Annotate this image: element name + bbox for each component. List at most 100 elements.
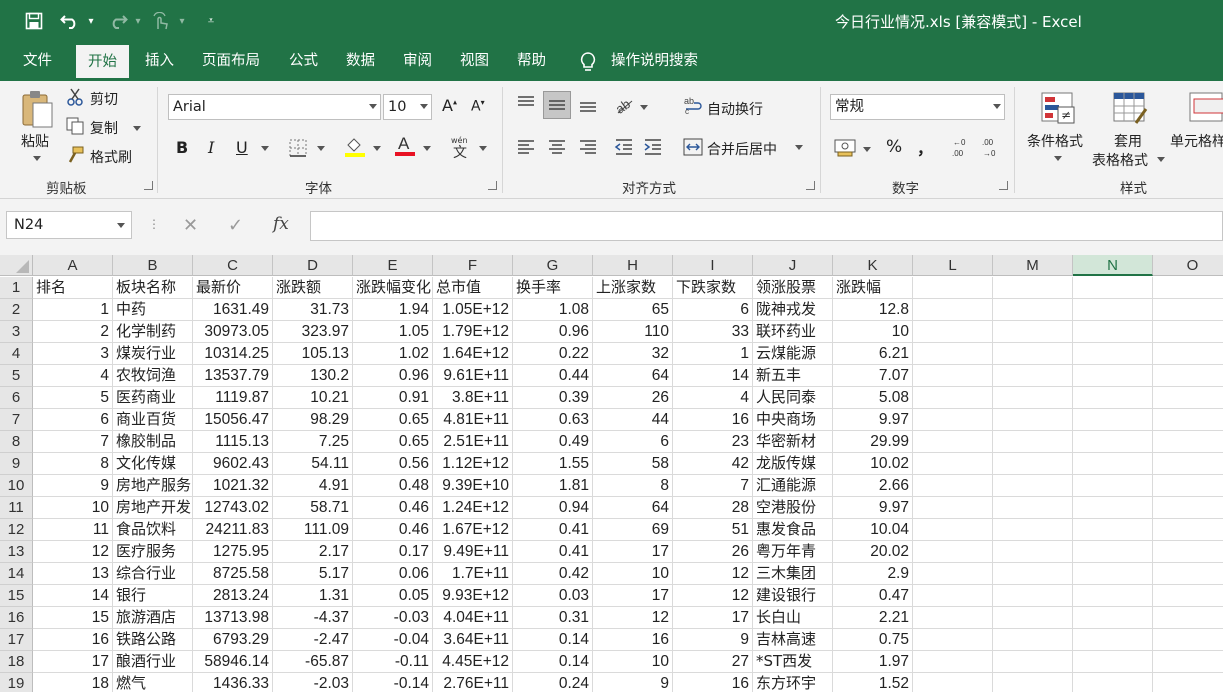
table-cell[interactable]: 旅游酒店 [113, 607, 193, 629]
table-cell[interactable]: 42 [673, 453, 753, 475]
table-cell[interactable]: 111.09 [273, 519, 353, 541]
cancel-icon[interactable]: ✕ [183, 215, 198, 236]
empty-cell[interactable] [913, 673, 993, 692]
empty-cell[interactable] [1153, 629, 1223, 651]
empty-cell[interactable] [913, 563, 993, 585]
empty-cell[interactable] [1073, 497, 1153, 519]
empty-cell[interactable] [1073, 563, 1153, 585]
orientation-dropdown-icon[interactable] [640, 105, 648, 110]
worksheet-grid[interactable]: A B C D E F G H I J K L M N O 1 排名 板块名称 最新价 涨跌额 涨跌幅变化 总市值 换手率上… [0, 255, 1223, 692]
header-cell[interactable]: 最新价 [193, 277, 273, 299]
header-cell[interactable]: 上涨家数 [593, 277, 673, 299]
table-cell[interactable]: 0.17 [353, 541, 433, 563]
table-cell[interactable]: 27 [673, 651, 753, 673]
table-cell[interactable]: 0.24 [513, 673, 593, 692]
column-header-j[interactable]: J [753, 255, 833, 276]
conditional-formatting-icon[interactable]: ≠ [1040, 91, 1076, 129]
table-cell[interactable]: 1.05 [353, 321, 433, 343]
table-cell[interactable]: 54.11 [273, 453, 353, 475]
table-cell[interactable]: 10.02 [833, 453, 913, 475]
empty-cell[interactable] [993, 497, 1073, 519]
table-cell[interactable]: 9.39E+10 [433, 475, 513, 497]
empty-cell[interactable] [1073, 409, 1153, 431]
font-color-dropdown-icon[interactable] [423, 146, 431, 151]
table-cell[interactable]: 4 [33, 365, 113, 387]
empty-cell[interactable] [1073, 519, 1153, 541]
empty-cell[interactable] [1153, 343, 1223, 365]
table-cell[interactable]: 中药 [113, 299, 193, 321]
tab-page-layout[interactable]: 页面布局 [202, 42, 260, 81]
empty-cell[interactable] [1073, 673, 1153, 692]
table-cell[interactable]: 12 [673, 563, 753, 585]
table-cell[interactable]: 中央商场 [753, 409, 833, 431]
table-cell[interactable]: 三木集团 [753, 563, 833, 585]
tell-me-search[interactable]: 操作说明搜索 [611, 42, 698, 81]
table-cell[interactable]: 7.25 [273, 431, 353, 453]
comma-style-button[interactable]: ， [917, 135, 933, 159]
empty-cell[interactable] [1073, 387, 1153, 409]
table-cell[interactable]: 3.64E+11 [433, 629, 513, 651]
table-cell[interactable]: 1.94 [353, 299, 433, 321]
table-cell[interactable]: -65.87 [273, 651, 353, 673]
table-cell[interactable]: 综合行业 [113, 563, 193, 585]
table-cell[interactable]: 10314.25 [193, 343, 273, 365]
table-cell[interactable]: 323.97 [273, 321, 353, 343]
table-cell[interactable]: -2.47 [273, 629, 353, 651]
table-cell[interactable]: 6 [33, 409, 113, 431]
borders-dropdown-icon[interactable] [317, 146, 325, 151]
table-cell[interactable]: 0.49 [513, 431, 593, 453]
fill-color-icon[interactable] [344, 136, 366, 162]
table-cell[interactable]: 17 [33, 651, 113, 673]
percent-style-button[interactable]: % [886, 137, 902, 157]
row-header[interactable]: 11 [0, 497, 33, 519]
empty-cell[interactable] [993, 343, 1073, 365]
table-cell[interactable]: 23 [673, 431, 753, 453]
table-cell[interactable]: 6 [593, 431, 673, 453]
table-cell[interactable]: 文化传媒 [113, 453, 193, 475]
table-cell[interactable]: 15 [33, 607, 113, 629]
table-cell[interactable]: 130.2 [273, 365, 353, 387]
table-cell[interactable]: 28 [673, 497, 753, 519]
table-cell[interactable]: 吉林高速 [753, 629, 833, 651]
table-cell[interactable]: 燃气 [113, 673, 193, 692]
table-cell[interactable]: 4.04E+11 [433, 607, 513, 629]
italic-button[interactable]: I [208, 138, 214, 157]
table-cell[interactable]: 110 [593, 321, 673, 343]
table-cell[interactable]: 6 [673, 299, 753, 321]
empty-cell[interactable] [913, 277, 993, 299]
tab-view[interactable]: 视图 [460, 42, 489, 81]
tab-file[interactable]: 文件 [23, 42, 52, 81]
accounting-format-icon[interactable] [834, 137, 856, 161]
empty-cell[interactable] [993, 563, 1073, 585]
row-header[interactable]: 12 [0, 519, 33, 541]
font-size-dropdown-icon[interactable] [420, 104, 428, 109]
tab-data[interactable]: 数据 [346, 42, 375, 81]
font-name-dropdown-icon[interactable] [369, 104, 377, 109]
table-cell[interactable]: 20.02 [833, 541, 913, 563]
table-cell[interactable]: 1.67E+12 [433, 519, 513, 541]
customize-qat-icon[interactable]: ⩡ [204, 9, 218, 33]
table-cell[interactable]: 10 [593, 651, 673, 673]
header-cell[interactable]: 下跌家数 [673, 277, 753, 299]
empty-cell[interactable] [1153, 563, 1223, 585]
table-cell[interactable]: 华密新材 [753, 431, 833, 453]
tab-review[interactable]: 审阅 [403, 42, 432, 81]
table-cell[interactable]: 16 [593, 629, 673, 651]
row-header[interactable]: 13 [0, 541, 33, 563]
header-cell[interactable]: 领涨股票 [753, 277, 833, 299]
column-header-o[interactable]: O [1153, 255, 1223, 276]
paste-icon[interactable] [20, 89, 54, 135]
table-cell[interactable]: 44 [593, 409, 673, 431]
empty-cell[interactable] [993, 453, 1073, 475]
column-header-c[interactable]: C [193, 255, 273, 276]
empty-cell[interactable] [1153, 299, 1223, 321]
tab-home[interactable]: 开始 [76, 45, 129, 81]
header-cell[interactable]: 板块名称 [113, 277, 193, 299]
empty-cell[interactable] [913, 343, 993, 365]
table-cell[interactable]: 1436.33 [193, 673, 273, 692]
table-cell[interactable]: 5.08 [833, 387, 913, 409]
column-header-h[interactable]: H [593, 255, 673, 276]
table-cell[interactable]: 1.81 [513, 475, 593, 497]
empty-cell[interactable] [993, 299, 1073, 321]
empty-cell[interactable] [1153, 387, 1223, 409]
